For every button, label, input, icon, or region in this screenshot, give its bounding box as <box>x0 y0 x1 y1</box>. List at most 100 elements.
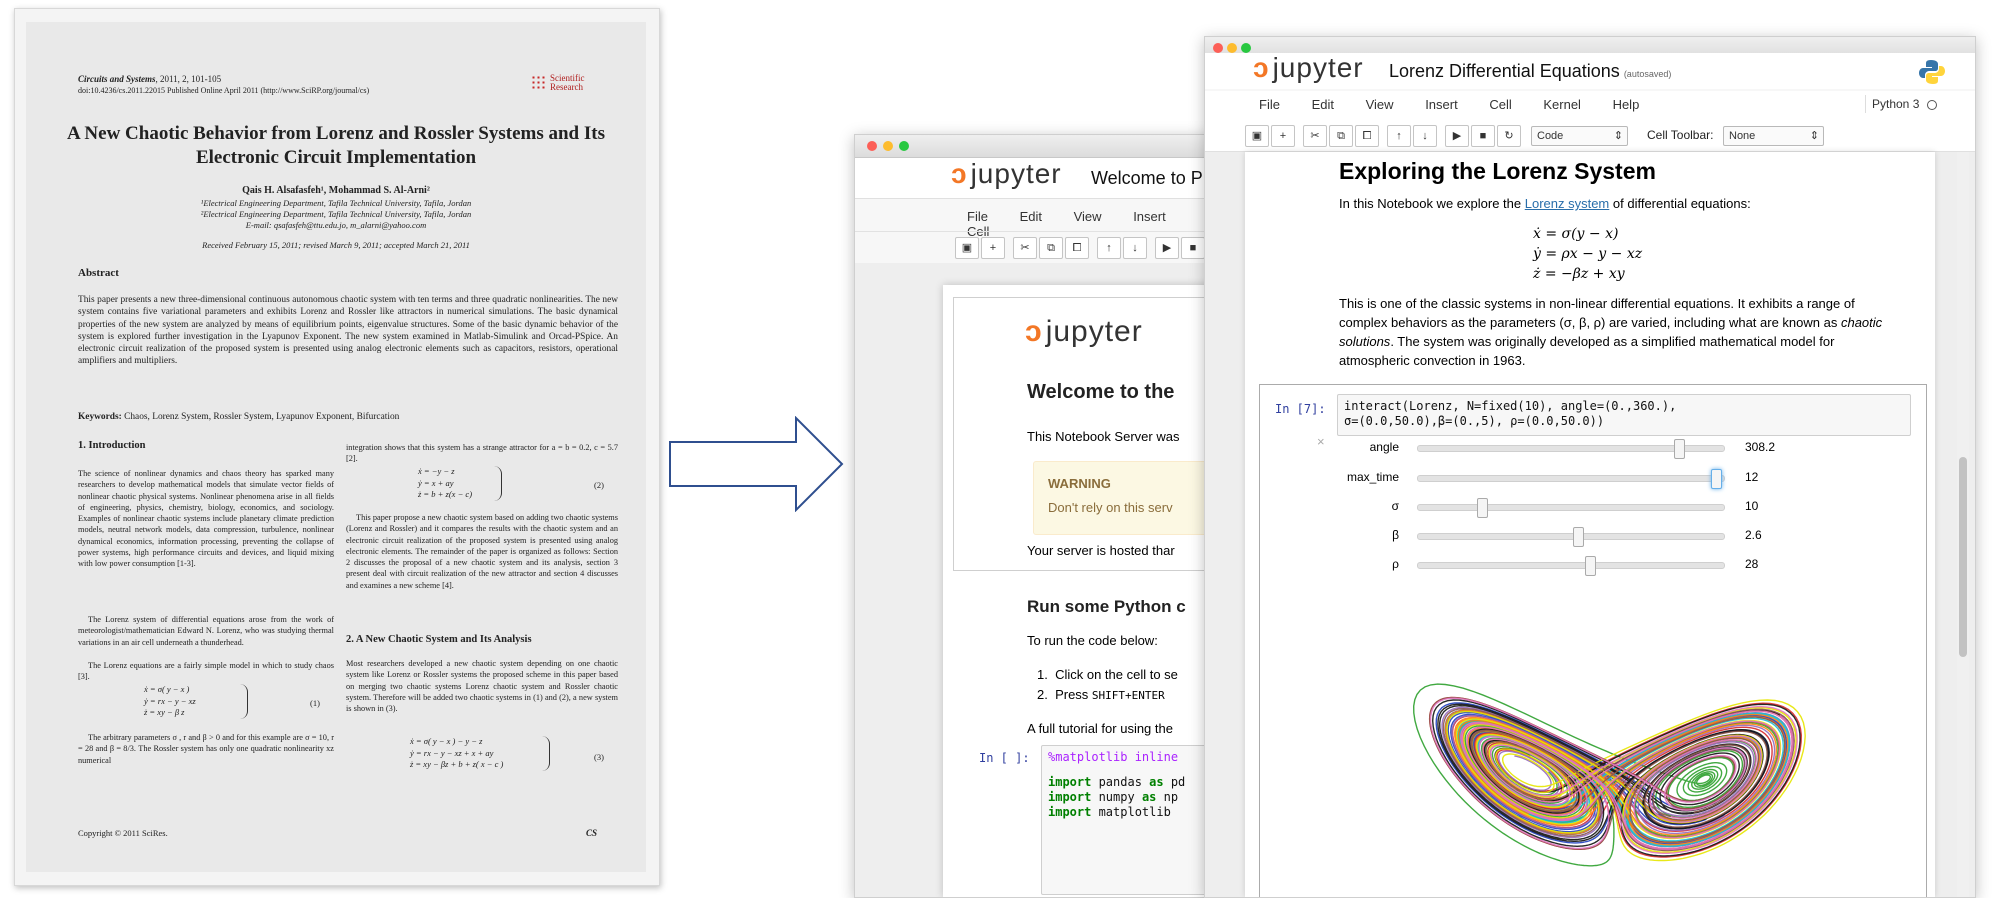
close-window-button[interactable] <box>867 141 877 151</box>
select-arrows-icon: ⇕ <box>1809 130 1819 142</box>
slider-value-beta[interactable]: 2.6 <box>1745 528 1762 542</box>
restart-icon[interactable]: ↻ <box>1497 125 1521 147</box>
add-cell-icon[interactable]: + <box>1271 125 1295 147</box>
paper-affiliations: ¹Electrical Engineering Department, Tafi… <box>200 198 472 230</box>
slider-handle-beta[interactable] <box>1573 527 1584 547</box>
equation-2: ẋ = −y − zẏ = x + ay ż = b + z(x − c) <box>418 466 502 501</box>
code-input[interactable]: interact(Lorenz, N=fixed(10), angle=(0.,… <box>1337 394 1911 436</box>
run-icon[interactable]: ▶ <box>1155 237 1179 259</box>
stop-icon[interactable]: ■ <box>1471 125 1495 147</box>
run-icon[interactable]: ▶ <box>1445 125 1469 147</box>
menu-edit[interactable]: Edit <box>1020 209 1042 224</box>
slider-handle-max-time[interactable] <box>1711 469 1722 489</box>
menu-file[interactable]: File <box>967 209 988 224</box>
welcome-intro: This Notebook Server was <box>1027 429 1180 444</box>
notebook-title[interactable]: Welcome to P <box>1091 168 1203 189</box>
menu-cell[interactable]: Cell <box>1489 97 1511 112</box>
stop-icon[interactable]: ■ <box>1181 237 1205 259</box>
section1-para2: The Lorenz system of differential equati… <box>78 615 334 647</box>
code-cell[interactable]: %matplotlib inline import pandas as pd i… <box>1041 745 1215 895</box>
jupyter-logo[interactable]: ↄ jupyter <box>1253 52 1364 84</box>
move-up-icon[interactable]: ↑ <box>1097 237 1121 259</box>
slider-track-sigma[interactable] <box>1417 504 1725 511</box>
zoom-window-button[interactable] <box>899 141 909 151</box>
move-down-icon[interactable]: ↓ <box>1413 125 1437 147</box>
notebook-title[interactable]: Lorenz Differential Equations (autosaved) <box>1389 61 1671 82</box>
copy-icon[interactable]: ⧉ <box>1039 237 1063 259</box>
select-arrows-icon: ⇕ <box>1613 130 1623 142</box>
abstract-text: This paper presents a new three-dimensio… <box>78 295 618 367</box>
paper-page: Circuits and Systems, 2011, 2, 101-105 d… <box>26 22 646 872</box>
slider-label-beta: β <box>1392 528 1399 542</box>
cell-type-select[interactable]: Code ⇕ <box>1531 126 1628 146</box>
section1-para1: The science of nonlinear dynamics and ch… <box>78 469 334 569</box>
move-down-icon[interactable]: ↓ <box>1123 237 1147 259</box>
cut-icon[interactable]: ✂ <box>1013 237 1037 259</box>
run-heading: Run some Python c <box>1027 597 1186 616</box>
copyright: Copyright © 2011 SciRes. <box>78 828 168 838</box>
footer-journal: CS <box>586 828 598 838</box>
section1-heading: 1. Introduction <box>78 440 146 451</box>
slider-label-sigma: σ <box>1391 499 1399 513</box>
jupyter-logo[interactable]: ↄ jupyter <box>951 158 1062 190</box>
menu-file[interactable]: File <box>1259 97 1280 112</box>
slider-handle-angle[interactable] <box>1673 439 1685 459</box>
tutorial-text: A full tutorial for using the <box>1027 721 1173 736</box>
intro-text: In this Notebook we explore the Lorenz s… <box>1339 196 1751 211</box>
paper-authors: Qais H. Alsafasfeh¹, Mohammad S. Al-Arni… <box>242 185 430 196</box>
paste-icon[interactable]: ⧠ <box>1065 237 1089 259</box>
cell-toolbar-select[interactable]: None ⇕ <box>1723 126 1824 146</box>
kernel-indicator[interactable]: Python 3 <box>1865 95 1937 113</box>
kernel-idle-icon <box>1926 99 1937 110</box>
front-notebook-window: ↄ jupyter Lorenz Differential Equations (a… <box>1204 36 1976 898</box>
slider-label-rho: ρ <box>1392 557 1399 571</box>
slider-value-rho[interactable]: 28 <box>1745 557 1758 571</box>
slider-track-rho[interactable] <box>1417 562 1725 569</box>
slider-value-sigma[interactable]: 10 <box>1745 499 1758 513</box>
slider-value-angle[interactable]: 308.2 <box>1745 440 1775 454</box>
slider-handle-rho[interactable] <box>1585 556 1596 576</box>
col2-para1: integration shows that this system has a… <box>346 443 618 464</box>
input-prompt: In [7]: <box>1275 402 1326 416</box>
move-up-icon[interactable]: ↑ <box>1387 125 1411 147</box>
scrollbar-thumb[interactable] <box>1959 457 1967 657</box>
menu-insert[interactable]: Insert <box>1133 209 1166 224</box>
col2-para3: Most researchers developed a new chaotic… <box>346 659 618 714</box>
jupyter-logo-icon: ↄ <box>951 158 968 189</box>
back-notebook-page: ↄ jupyter Welcome to the This Notebook Se… <box>943 285 1215 897</box>
slider-handle-sigma[interactable] <box>1477 498 1488 518</box>
zoom-window-button[interactable] <box>1241 43 1251 53</box>
menu-insert[interactable]: Insert <box>1425 97 1458 112</box>
slider-label-angle: angle <box>1369 440 1399 454</box>
copy-icon[interactable]: ⧉ <box>1329 125 1353 147</box>
cut-icon[interactable]: ✂ <box>1303 125 1327 147</box>
save-icon[interactable]: ▣ <box>955 237 979 259</box>
publisher-logo: Scientific Research <box>531 74 596 92</box>
menu-view[interactable]: View <box>1366 97 1394 112</box>
save-icon[interactable]: ▣ <box>1245 125 1269 147</box>
slider-label-max-time: max_time <box>1346 470 1399 484</box>
add-cell-icon[interactable]: + <box>981 237 1005 259</box>
slider-track-max-time[interactable] <box>1417 475 1725 482</box>
lorenz-system-link[interactable]: Lorenz system <box>1525 196 1610 211</box>
menu-view[interactable]: View <box>1074 209 1102 224</box>
warning-text: Don't rely on this serv <box>1048 500 1173 515</box>
menu-edit[interactable]: Edit <box>1312 97 1334 112</box>
description-text: This is one of the classic systems in no… <box>1339 296 1883 368</box>
back-notebook-window: ↄ jupyter Welcome to P File Edit View Ins… <box>854 134 1216 898</box>
menu-help[interactable]: Help <box>1613 97 1640 112</box>
slider-value-max-time[interactable]: 12 <box>1745 470 1758 484</box>
col2-para2: This paper propose a new chaotic system … <box>346 513 618 590</box>
paste-icon[interactable]: ⧠ <box>1355 125 1379 147</box>
minimize-window-button[interactable] <box>883 141 893 151</box>
slider-track-beta[interactable] <box>1417 533 1725 540</box>
front-menubar: File Edit View Insert Cell Kernel Help <box>1259 97 1667 112</box>
section1-para4: The arbitrary parameters σ , r and β > 0… <box>78 733 334 765</box>
equation-2-number: (2) <box>594 480 604 490</box>
back-menubar: File Edit View Insert Cell <box>967 209 1215 239</box>
menu-kernel[interactable]: Kernel <box>1543 97 1581 112</box>
equation-3: ẋ = σ( y − x ) − y − zẏ = rx − y − xz + … <box>410 736 550 771</box>
welcome-heading: Welcome to the <box>1027 381 1175 403</box>
close-window-button[interactable] <box>1213 43 1223 53</box>
minimize-window-button[interactable] <box>1227 43 1237 53</box>
